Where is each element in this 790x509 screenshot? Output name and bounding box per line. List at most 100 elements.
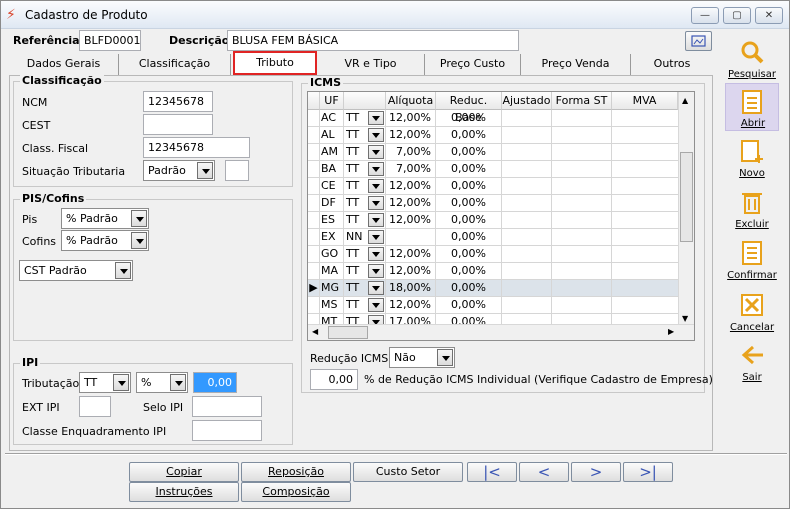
icms-grid[interactable]: UF Alíquota Reduc. Base Ajustado Forma S… bbox=[307, 91, 695, 341]
cell-ajustado[interactable] bbox=[502, 229, 552, 246]
ipi-valor-input[interactable]: 0,00 bbox=[193, 372, 237, 393]
cell-aliquota[interactable]: 12,00% bbox=[386, 178, 436, 195]
tab-outros[interactable]: Outros bbox=[631, 54, 713, 75]
chevron-down-icon[interactable] bbox=[368, 179, 384, 193]
cell-aliquota[interactable]: 18,00% bbox=[386, 280, 436, 297]
chevron-down-icon[interactable] bbox=[368, 264, 384, 278]
copiar-button[interactable]: Copiar bbox=[129, 462, 239, 482]
tab-preco-venda[interactable]: Preço Venda bbox=[521, 54, 631, 75]
cell-ajustado[interactable] bbox=[502, 127, 552, 144]
cell-tipo[interactable]: TT bbox=[344, 161, 386, 178]
table-row[interactable]: DF TT 12,00% 0,00% bbox=[308, 195, 680, 212]
cell-reduc-base[interactable]: 0,00% bbox=[436, 246, 502, 263]
cell-ajustado[interactable] bbox=[502, 280, 552, 297]
cell-mva[interactable] bbox=[612, 212, 680, 229]
ext-ipi-input[interactable] bbox=[79, 396, 111, 417]
cell-ajustado[interactable] bbox=[502, 110, 552, 127]
table-row[interactable]: EX NN 0,00% bbox=[308, 229, 680, 246]
chevron-down-icon[interactable] bbox=[368, 196, 384, 210]
reducao-icms-select[interactable]: Não bbox=[389, 347, 455, 368]
cell-aliquota[interactable]: 12,00% bbox=[386, 127, 436, 144]
classe-enquadramento-input[interactable] bbox=[192, 420, 262, 441]
cell-ajustado[interactable] bbox=[502, 263, 552, 280]
ipi-tributacao-select[interactable]: TT bbox=[79, 372, 131, 393]
cell-tipo[interactable]: TT bbox=[344, 263, 386, 280]
cell-aliquota[interactable]: 12,00% bbox=[386, 246, 436, 263]
cell-ajustado[interactable] bbox=[502, 195, 552, 212]
table-row[interactable]: ▶ MG TT 18,00% 0,00% bbox=[308, 280, 680, 297]
cell-forma-st[interactable] bbox=[552, 161, 612, 178]
table-row[interactable]: CE TT 12,00% 0,00% bbox=[308, 178, 680, 195]
cell-tipo[interactable]: TT bbox=[344, 144, 386, 161]
cell-ajustado[interactable] bbox=[502, 161, 552, 178]
cell-aliquota[interactable]: 12,00% bbox=[386, 110, 436, 127]
class-fiscal-input[interactable]: 12345678 bbox=[143, 137, 250, 158]
cell-reduc-base[interactable]: 0,00% bbox=[436, 263, 502, 280]
referencia-input[interactable]: BLFD0001 bbox=[79, 30, 141, 51]
table-row[interactable]: AC TT 12,00% 0,00% bbox=[308, 110, 680, 127]
image-button[interactable] bbox=[685, 31, 712, 51]
cell-forma-st[interactable] bbox=[552, 110, 612, 127]
cell-forma-st[interactable] bbox=[552, 280, 612, 297]
previous-record-button[interactable]: < bbox=[519, 462, 569, 482]
cell-mva[interactable] bbox=[612, 246, 680, 263]
cell-tipo[interactable]: NN bbox=[344, 229, 386, 246]
cell-tipo[interactable]: TT bbox=[344, 127, 386, 144]
instrucoes-button[interactable]: Instruções bbox=[129, 482, 239, 502]
cofins-select[interactable]: % Padrão bbox=[61, 230, 149, 251]
sidebar-sair-button[interactable]: Sair bbox=[725, 338, 779, 386]
cell-forma-st[interactable] bbox=[552, 212, 612, 229]
chevron-down-icon[interactable] bbox=[368, 247, 384, 261]
cell-reduc-base[interactable]: 0,00% bbox=[436, 161, 502, 178]
cell-reduc-base[interactable]: 0,00% bbox=[436, 297, 502, 314]
descricao-input[interactable]: BLUSA FEM BÁSICA bbox=[227, 30, 519, 51]
cell-forma-st[interactable] bbox=[552, 144, 612, 161]
cell-ajustado[interactable] bbox=[502, 144, 552, 161]
last-record-button[interactable]: >| bbox=[623, 462, 673, 482]
tab-classificacao[interactable]: Classificação bbox=[119, 54, 231, 75]
cell-reduc-base[interactable]: 0,00% bbox=[436, 178, 502, 195]
cell-reduc-base[interactable]: 0,00% bbox=[436, 144, 502, 161]
scroll-down-icon[interactable]: ▼ bbox=[682, 314, 688, 323]
table-row[interactable]: MS TT 12,00% 0,00% bbox=[308, 297, 680, 314]
chevron-down-icon[interactable] bbox=[368, 145, 384, 159]
grid-hscroll-thumb[interactable] bbox=[328, 326, 368, 339]
sidebar-novo-button[interactable]: Novo bbox=[725, 134, 779, 182]
cell-forma-st[interactable] bbox=[552, 195, 612, 212]
table-row[interactable]: ES TT 12,00% 0,00% bbox=[308, 212, 680, 229]
cell-reduc-base[interactable]: 0,00% bbox=[436, 195, 502, 212]
grid-horizontal-scrollbar[interactable]: ◀ ▶ bbox=[308, 324, 694, 340]
cell-aliquota[interactable]: 12,00% bbox=[386, 212, 436, 229]
chevron-down-icon[interactable] bbox=[368, 111, 384, 125]
chevron-down-icon[interactable] bbox=[368, 213, 384, 227]
cell-ajustado[interactable] bbox=[502, 178, 552, 195]
first-record-button[interactable]: |< bbox=[467, 462, 517, 482]
cst-select[interactable]: CST Padrão bbox=[19, 260, 133, 281]
cell-ajustado[interactable] bbox=[502, 212, 552, 229]
sidebar-abrir-button[interactable]: Abrir bbox=[725, 83, 779, 131]
chevron-down-icon[interactable] bbox=[368, 230, 384, 244]
cest-input[interactable] bbox=[143, 114, 213, 135]
chevron-down-icon[interactable] bbox=[368, 281, 384, 295]
cell-mva[interactable] bbox=[612, 161, 680, 178]
cell-aliquota[interactable] bbox=[386, 229, 436, 246]
situacao-tributaria-code[interactable] bbox=[225, 160, 249, 181]
scroll-right-icon[interactable]: ▶ bbox=[668, 327, 674, 336]
cell-mva[interactable] bbox=[612, 229, 680, 246]
grid-scroll-thumb[interactable] bbox=[680, 152, 693, 242]
ipi-tipo-select[interactable]: % bbox=[136, 372, 188, 393]
cell-reduc-base[interactable]: 0,00% bbox=[436, 127, 502, 144]
cell-tipo[interactable]: TT bbox=[344, 297, 386, 314]
tab-tributo[interactable]: Tributo bbox=[233, 51, 317, 75]
cell-tipo[interactable]: TT bbox=[344, 212, 386, 229]
maximize-button[interactable]: ▢ bbox=[723, 7, 751, 24]
cell-mva[interactable] bbox=[612, 297, 680, 314]
tab-vr-tipo[interactable]: VR e Tipo bbox=[317, 54, 425, 75]
cell-aliquota[interactable]: 12,00% bbox=[386, 263, 436, 280]
sidebar-pesquisar-button[interactable]: Pesquisar bbox=[725, 35, 779, 83]
chevron-down-icon[interactable] bbox=[368, 162, 384, 176]
sidebar-confirmar-button[interactable]: Confirmar bbox=[725, 236, 779, 284]
cell-mva[interactable] bbox=[612, 263, 680, 280]
cell-mva[interactable] bbox=[612, 178, 680, 195]
cell-tipo[interactable]: TT bbox=[344, 195, 386, 212]
